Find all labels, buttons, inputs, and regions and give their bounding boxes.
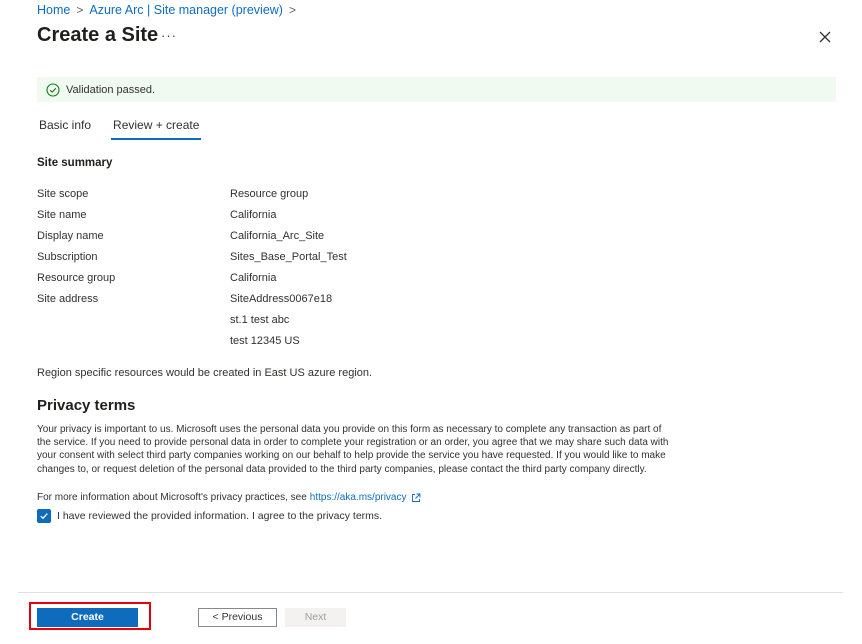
external-link-icon[interactable] — [411, 493, 421, 503]
close-icon[interactable] — [816, 28, 834, 46]
footer-divider — [18, 592, 843, 593]
success-check-icon — [46, 82, 60, 97]
privacy-consent: I have reviewed the provided information… — [37, 509, 382, 523]
address-line: st.1 test abc — [230, 314, 290, 326]
summary-label: Resource group — [37, 272, 116, 284]
summary-value: California — [230, 209, 277, 221]
create-button[interactable]: Create — [37, 608, 138, 627]
previous-button[interactable]: < Previous — [198, 608, 277, 627]
breadcrumb-separator: > — [288, 3, 296, 17]
privacy-terms-title: Privacy terms — [37, 397, 136, 414]
breadcrumb-parent-link[interactable]: Azure Arc | Site manager (preview) — [89, 3, 283, 17]
summary-value: California — [230, 272, 277, 284]
breadcrumb: Home > Azure Arc | Site manager (preview… — [37, 3, 296, 17]
address-line: test 12345 US — [230, 335, 300, 347]
privacy-consent-checkbox[interactable] — [37, 509, 51, 523]
validation-banner: Validation passed. — [37, 77, 836, 102]
privacy-more-text: For more information about Microsoft's p… — [37, 492, 307, 503]
region-note: Region specific resources would be creat… — [37, 367, 373, 379]
next-button: Next — [285, 608, 346, 627]
summary-value: California_Arc_Site — [230, 230, 325, 242]
site-summary-title: Site summary — [37, 157, 113, 169]
summary-label: Site address — [37, 293, 99, 305]
more-options-icon[interactable]: ··· — [161, 28, 177, 43]
validation-text: Validation passed. — [66, 83, 156, 96]
summary-label: Subscription — [37, 251, 98, 263]
summary-label: Display name — [37, 230, 104, 242]
summary-label: Site name — [37, 209, 87, 221]
wizard-tabs: Basic info Review + create — [37, 115, 219, 140]
checkmark-icon — [40, 513, 48, 520]
tab-review-create[interactable]: Review + create — [111, 115, 202, 140]
tab-basic-info[interactable]: Basic info — [37, 115, 93, 140]
summary-label: Site scope — [37, 188, 89, 200]
breadcrumb-home-link[interactable]: Home — [37, 3, 70, 17]
privacy-consent-label: I have reviewed the provided information… — [57, 510, 383, 522]
breadcrumb-separator: > — [76, 3, 84, 17]
page-title: Create a Site — [37, 24, 159, 46]
summary-value: SiteAddress0067e18 — [230, 293, 333, 305]
privacy-link[interactable]: https://aka.ms/privacy — [310, 492, 407, 503]
summary-value: Sites_Base_Portal_Test — [230, 251, 347, 263]
privacy-terms-body: Your privacy is important to us. Microso… — [37, 424, 669, 475]
summary-value: Resource group — [230, 188, 309, 200]
privacy-more-info: For more information about Microsoft's p… — [37, 492, 421, 503]
